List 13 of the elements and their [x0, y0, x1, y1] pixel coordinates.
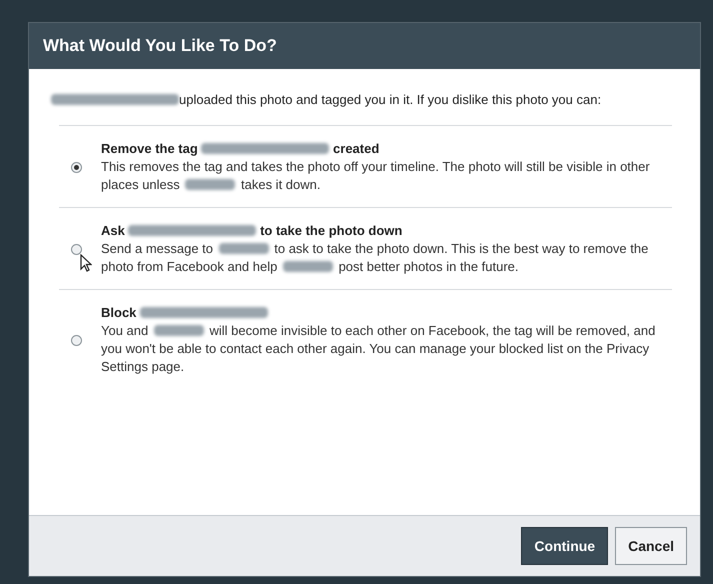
option-description: You and will become invisible to each other on Facebook, the tag will be removed, and you won't be able to contact each other again. You can manage your blocked list on the Privacy Settings page. [101, 322, 656, 376]
cancel-button[interactable]: Cancel [615, 527, 687, 565]
intro-text: uploaded this photo and tagged you in it. If you dislike this photo you can: [51, 91, 676, 109]
dialog-title: What Would You Like To Do? [43, 36, 277, 56]
option-description: This removes the tag and takes the photo off your timeline. The photo will still be visible in other places unless takes it down. [101, 158, 651, 194]
radio-button[interactable] [71, 334, 82, 346]
radio-button[interactable] [71, 244, 82, 254]
option-heading: Block [101, 304, 672, 322]
option-heading: Remove the tag created [101, 140, 380, 158]
option-heading: Ask to take the photo down [101, 222, 404, 240]
option-description: Send a message to to ask to take the photo down. This is the best way to remove the photo from Facebook and help post better photos in the future. [101, 240, 650, 276]
continue-button[interactable]: Continue [521, 527, 608, 565]
radio-button[interactable] [71, 162, 82, 172]
